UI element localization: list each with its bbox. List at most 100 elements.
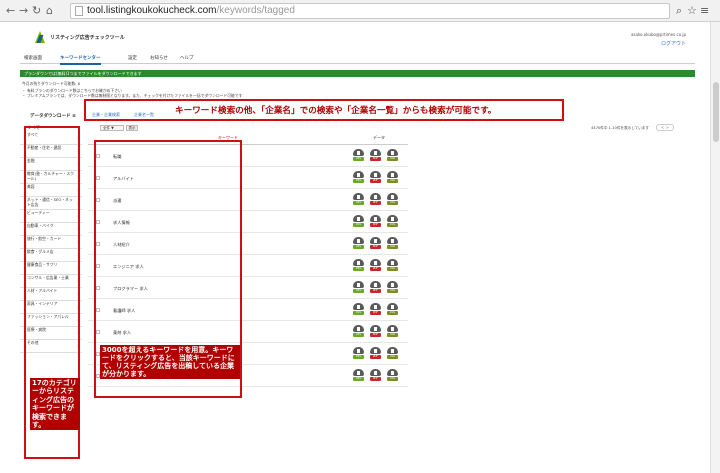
- search-icon[interactable]: ⌕: [676, 4, 682, 18]
- format-badge: CSV: [353, 355, 364, 359]
- filter-select[interactable]: 全件 ▼: [100, 125, 124, 131]
- download-csv-icon[interactable]: CSV: [353, 303, 364, 316]
- format-badge: PDF: [370, 179, 381, 183]
- download-pdf-icon[interactable]: PDF: [370, 149, 381, 162]
- format-badge: CSV: [353, 289, 364, 293]
- download-pdf-icon[interactable]: PDF: [370, 171, 381, 184]
- download-xls-icon[interactable]: XLS: [387, 347, 398, 360]
- site-header: リスティング広告チェックツール asako.okubo@prtimes.co.j…: [0, 23, 720, 53]
- download-pdf-icon[interactable]: PDF: [370, 237, 381, 250]
- download-xls-icon[interactable]: XLS: [387, 215, 398, 228]
- forward-icon[interactable]: →: [19, 4, 28, 17]
- cloud-download-icon: [370, 149, 381, 156]
- format-badge: PDF: [370, 355, 381, 359]
- download-csv-icon[interactable]: CSV: [353, 215, 364, 228]
- download-csv-icon[interactable]: CSV: [353, 325, 364, 338]
- cloud-download-icon: [387, 149, 398, 156]
- download-pdf-icon[interactable]: PDF: [370, 259, 381, 272]
- format-badge: XLS: [387, 201, 398, 205]
- download-xls-icon[interactable]: XLS: [387, 237, 398, 250]
- reload-icon[interactable]: ↻: [32, 4, 41, 17]
- cloud-download-icon: [370, 259, 381, 266]
- format-badge: XLS: [387, 245, 398, 249]
- cloud-download-icon: [387, 171, 398, 178]
- cloud-download-icon: [353, 281, 364, 288]
- format-badge: CSV: [353, 267, 364, 271]
- download-xls-icon[interactable]: XLS: [387, 281, 398, 294]
- download-xls-icon[interactable]: XLS: [387, 149, 398, 162]
- cloud-download-icon: [353, 237, 364, 244]
- tab-news[interactable]: お知らせ: [150, 55, 168, 61]
- cloud-download-icon: [370, 325, 381, 332]
- cloud-download-icon: [370, 303, 381, 310]
- menu-icon[interactable]: ≡: [700, 4, 709, 17]
- download-csv-icon[interactable]: CSV: [353, 171, 364, 184]
- tab-help[interactable]: ヘルプ: [180, 55, 194, 61]
- back-icon[interactable]: ←: [6, 4, 15, 17]
- address-bar[interactable]: tool.listingkoukokucheck.com/keywords/ta…: [70, 3, 670, 19]
- pager[interactable]: < >: [656, 124, 674, 131]
- logo-icon: [35, 31, 45, 43]
- format-badge: PDF: [370, 223, 381, 227]
- download-xls-icon[interactable]: XLS: [387, 325, 398, 338]
- cloud-download-icon: [387, 259, 398, 266]
- download-pdf-icon[interactable]: PDF: [370, 347, 381, 360]
- download-xls-icon[interactable]: XLS: [387, 259, 398, 272]
- account-email: asako.okubo@prtimes.co.jp: [630, 32, 686, 37]
- notice-bar: プランダウンでは(無料)1つまでファイルをダウンロードできます: [20, 70, 695, 77]
- download-pdf-icon[interactable]: PDF: [370, 193, 381, 206]
- format-badge: PDF: [370, 245, 381, 249]
- format-badge: CSV: [353, 179, 364, 183]
- cloud-download-icon: [387, 193, 398, 200]
- download-pdf-icon[interactable]: PDF: [370, 215, 381, 228]
- download-csv-icon[interactable]: CSV: [353, 193, 364, 206]
- url-path: /keywords/tagged: [216, 5, 295, 16]
- format-badge: CSV: [353, 377, 364, 381]
- cloud-download-icon: [387, 215, 398, 222]
- cloud-download-icon: [370, 369, 381, 376]
- download-xls-icon[interactable]: XLS: [387, 193, 398, 206]
- tab-search[interactable]: 検索画面: [24, 55, 42, 61]
- format-badge: PDF: [370, 333, 381, 337]
- download-csv-icon[interactable]: CSV: [353, 281, 364, 294]
- download-csv-icon[interactable]: CSV: [353, 149, 364, 162]
- tab-keyword-center[interactable]: キーワードセンター: [60, 55, 101, 65]
- annotation-search-text: キーワード検索の他、「企業名」での検索や「企業名一覧」からも検索が可能です。: [175, 104, 497, 116]
- column-data: データ: [373, 135, 385, 140]
- data-download-label[interactable]: データダウンロード ≡: [30, 113, 76, 119]
- logout-link[interactable]: ログアウト: [661, 40, 686, 47]
- format-badge: PDF: [370, 201, 381, 205]
- star-icon[interactable]: ☆: [687, 4, 697, 17]
- cloud-download-icon: [353, 259, 364, 266]
- download-pdf-icon[interactable]: PDF: [370, 281, 381, 294]
- cloud-download-icon: [353, 325, 364, 332]
- cloud-download-icon: [353, 171, 364, 178]
- download-csv-icon[interactable]: CSV: [353, 237, 364, 250]
- format-badge: XLS: [387, 311, 398, 315]
- download-csv-icon[interactable]: CSV: [353, 369, 364, 382]
- format-badge: CSV: [353, 157, 364, 161]
- cloud-download-icon: [370, 193, 381, 200]
- url-host: tool.listingkoukokucheck.com: [87, 5, 217, 16]
- format-badge: CSV: [353, 245, 364, 249]
- download-xls-icon[interactable]: XLS: [387, 303, 398, 316]
- show-button[interactable]: 表示: [126, 125, 138, 131]
- download-xls-icon[interactable]: XLS: [387, 171, 398, 184]
- scrollbar[interactable]: [710, 22, 720, 473]
- format-badge: PDF: [370, 267, 381, 271]
- download-pdf-icon[interactable]: PDF: [370, 303, 381, 316]
- download-pdf-icon[interactable]: PDF: [370, 325, 381, 338]
- download-pdf-icon[interactable]: PDF: [370, 369, 381, 382]
- cloud-download-icon: [387, 237, 398, 244]
- cloud-download-icon: [353, 149, 364, 156]
- download-xls-icon[interactable]: XLS: [387, 369, 398, 382]
- scrollbar-thumb[interactable]: [713, 82, 719, 142]
- download-csv-icon[interactable]: CSV: [353, 259, 364, 272]
- cloud-download-icon: [387, 303, 398, 310]
- cloud-download-icon: [353, 215, 364, 222]
- download-csv-icon[interactable]: CSV: [353, 347, 364, 360]
- cloud-download-icon: [370, 215, 381, 222]
- tab-settings[interactable]: 設定: [128, 55, 137, 61]
- home-icon[interactable]: ⌂: [46, 4, 53, 17]
- format-badge: PDF: [370, 311, 381, 315]
